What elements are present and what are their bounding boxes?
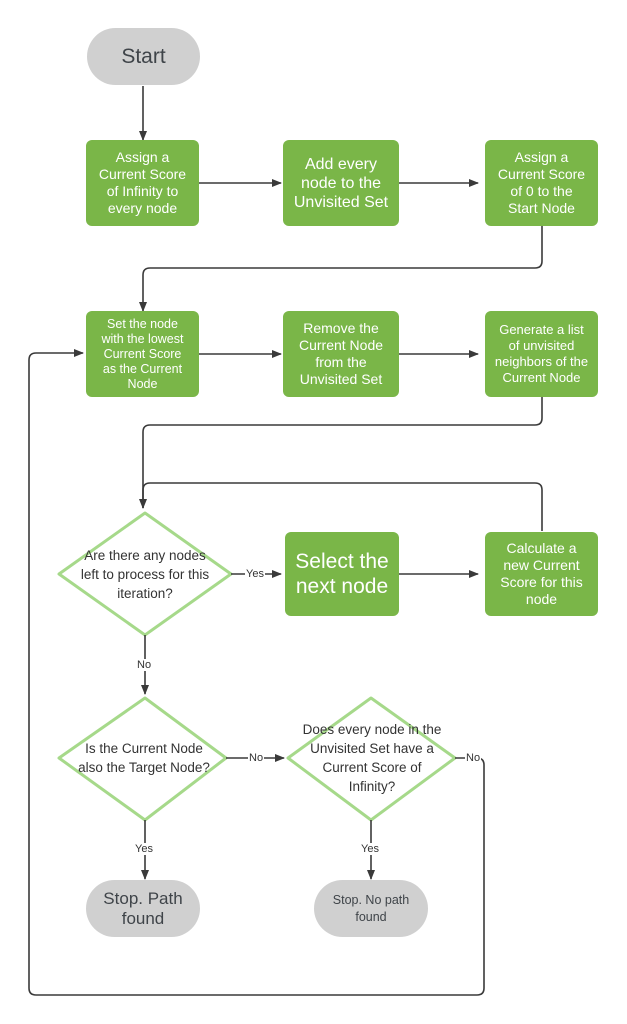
select-next-node[interactable]: Select the next node — [285, 532, 399, 616]
generate-list-node[interactable]: Generate a list of unvisited neighbors o… — [485, 311, 598, 397]
start-node-label: Start — [121, 44, 166, 68]
assign-infinity-label: Assign a Current Score of Infinity to ev… — [98, 149, 187, 216]
all-infinity-label: Does every node in the Unvisited Set hav… — [302, 722, 442, 794]
edge-label-is-target-yes: Yes — [134, 843, 154, 855]
stop-path-found-label: Stop. Path found — [103, 888, 183, 928]
edge-label-any-left-no: No — [136, 659, 153, 671]
edge-generate-list-to-any-left — [139, 397, 543, 509]
edge-calculate-back-to-any-left — [142, 482, 543, 531]
is-target-decision[interactable]: Is the Current Node also the Target Node… — [59, 730, 229, 786]
start-node[interactable]: Start — [87, 28, 200, 85]
edge-assign-zero-to-set-lowest — [139, 226, 543, 312]
edge-label-any-left-yes: Yes — [245, 568, 265, 580]
stop-no-path-label: Stop. No path found — [332, 892, 410, 924]
all-infinity-decision[interactable]: Does every node in the Unvisited Set hav… — [282, 718, 462, 798]
calculate-score-label: Calculate a new Current Score for this n… — [500, 540, 583, 607]
generate-list-label: Generate a list of unvisited neighbors o… — [494, 322, 589, 385]
remove-current-label: Remove the Current Node from the Unvisit… — [298, 320, 384, 387]
calculate-score-node[interactable]: Calculate a new Current Score for this n… — [485, 532, 598, 616]
set-lowest-node[interactable]: Set the node with the lowest Current Sco… — [86, 311, 199, 397]
any-left-label: Are there any nodes left to process for … — [80, 547, 210, 601]
add-unvisited-node[interactable]: Add every node to the Unvisited Set — [283, 140, 399, 226]
assign-zero-node[interactable]: Assign a Current Score of 0 to the Start… — [485, 140, 598, 226]
any-left-decision[interactable]: Are there any nodes left to process for … — [59, 530, 231, 618]
edge-label-is-target-no: No — [248, 752, 265, 764]
select-next-label: Select the next node — [295, 550, 389, 598]
set-lowest-label: Set the node with the lowest Current Sco… — [101, 316, 184, 391]
remove-current-node[interactable]: Remove the Current Node from the Unvisit… — [283, 311, 399, 397]
edge-label-all-infinity-no: No — [465, 752, 482, 764]
assign-zero-label: Assign a Current Score of 0 to the Start… — [497, 149, 586, 216]
stop-no-path-node[interactable]: Stop. No path found — [314, 880, 428, 937]
assign-infinity-node[interactable]: Assign a Current Score of Infinity to ev… — [86, 140, 199, 226]
add-unvisited-label: Add every node to the Unvisited Set — [293, 155, 389, 211]
is-target-label: Is the Current Node also the Target Node… — [78, 741, 210, 775]
stop-path-found-node[interactable]: Stop. Path found — [86, 880, 200, 937]
edge-label-all-infinity-yes: Yes — [360, 843, 380, 855]
